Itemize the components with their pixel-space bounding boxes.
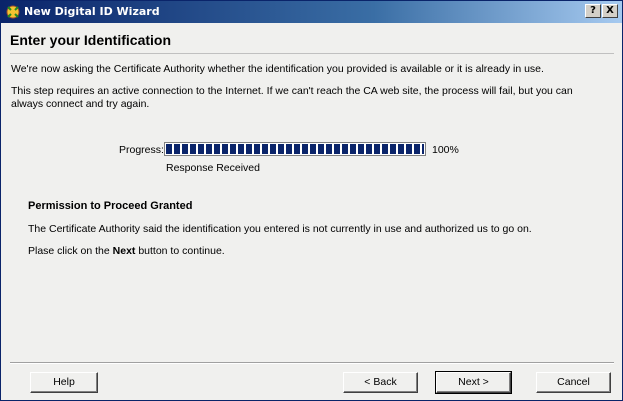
connection-paragraph-line1: This step requires an active connection …: [11, 85, 573, 97]
title-bar[interactable]: New Digital ID Wizard ? X: [1, 1, 622, 23]
continue-instruction: Plase click on the Next button to contin…: [28, 245, 225, 257]
continue-instruction-suffix: button to continue.: [135, 245, 225, 257]
progress-percent: 100%: [432, 144, 459, 156]
continue-instruction-next: Next: [112, 245, 136, 257]
title-close-button[interactable]: X: [602, 4, 618, 18]
progress-fill: [166, 144, 424, 154]
page-title: Enter your Identification: [10, 32, 172, 48]
help-button[interactable]: Help: [30, 372, 98, 393]
digital-id-icon: [6, 5, 20, 19]
back-button[interactable]: < Back: [343, 372, 418, 393]
page-header: Enter your Identification: [10, 29, 614, 54]
next-button[interactable]: Next >: [435, 371, 512, 394]
intro-paragraph: We're now asking the Certificate Authori…: [11, 63, 544, 75]
progress-status: Response Received: [166, 162, 260, 174]
progress-label: Progress:: [119, 144, 164, 156]
window-title: New Digital ID Wizard: [24, 5, 160, 18]
cancel-button[interactable]: Cancel: [536, 372, 611, 393]
wizard-window: New Digital ID Wizard ? X Enter your Ide…: [0, 0, 623, 401]
progress-bar: [164, 142, 426, 156]
title-help-button[interactable]: ?: [585, 4, 601, 18]
continue-instruction-prefix: Plase click on the: [28, 245, 113, 257]
connection-paragraph-line2: always connect and try again.: [11, 98, 150, 110]
permission-title: Permission to Proceed Granted: [28, 200, 193, 212]
permission-message: The Certificate Authority said the ident…: [28, 223, 532, 235]
connection-paragraph: This step requires an active connection …: [11, 85, 611, 111]
footer-separator: [10, 362, 614, 364]
